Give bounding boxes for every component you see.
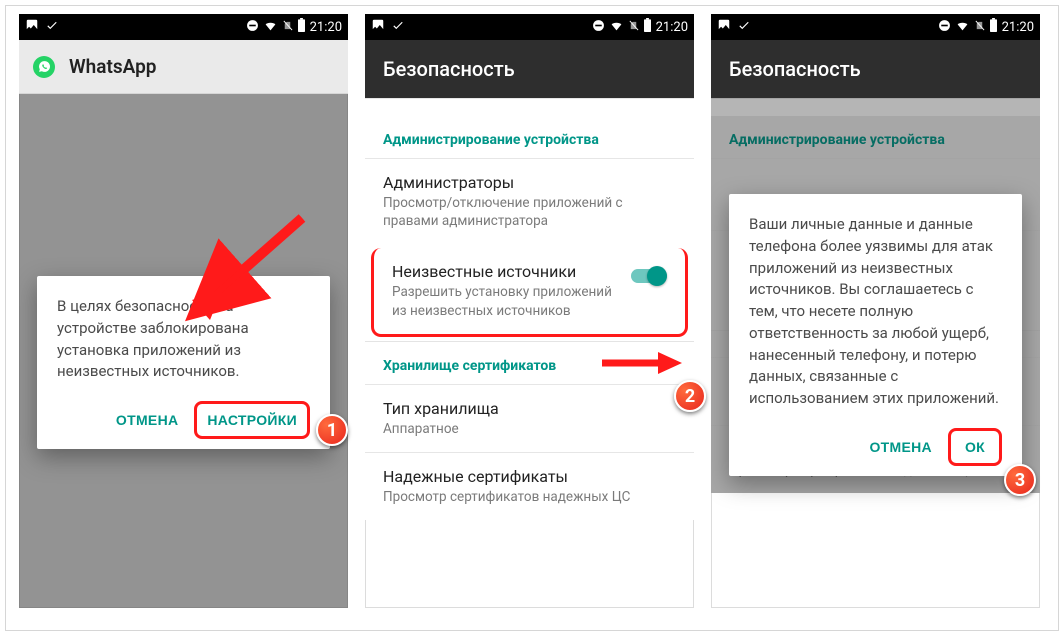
security-appbar: Безопасность <box>711 40 1040 98</box>
dialog-message: Ваши личные данные и данные телефона бол… <box>749 214 1002 410</box>
battery-icon <box>643 18 652 36</box>
security-settings-list[interactable]: Администрирование устройства Администрат… <box>365 98 694 520</box>
no-sim-icon <box>282 19 293 36</box>
picture-icon <box>717 18 731 36</box>
check-icon <box>391 18 405 36</box>
wifi-icon <box>609 19 624 36</box>
no-sim-icon <box>974 19 985 36</box>
dnd-icon <box>938 19 951 36</box>
row-title: Неизвестные источники <box>392 262 621 281</box>
cancel-button[interactable]: ОТМЕНА <box>106 401 188 439</box>
whatsapp-icon <box>33 56 55 78</box>
row-title: Надежные сертификаты <box>383 467 676 486</box>
clock-label: 21:20 <box>310 20 342 35</box>
picture-icon <box>25 18 39 36</box>
row-title: Тип хранилища <box>383 399 676 418</box>
row-subtitle: Просмотр сертификатов надежных ЦС <box>383 488 676 506</box>
step-badge-3: 3 <box>1004 464 1036 496</box>
unknown-sources-row[interactable]: Неизвестные источники Разрешить установк… <box>371 248 688 336</box>
no-sim-icon <box>628 19 639 36</box>
phone-screen-3: 21:20 Безопасность Администрирование уст… <box>711 14 1040 608</box>
section-device-admin: Администрирование устройства <box>711 116 1040 158</box>
storage-type-row[interactable]: Тип хранилища Аппаратное <box>365 384 694 452</box>
page-title: Безопасность <box>729 57 861 81</box>
check-icon <box>737 18 751 36</box>
phone-screen-1: 21:20 WhatsApp В целях безопасности на у… <box>19 14 348 608</box>
step-badge-1: 1 <box>316 414 348 446</box>
unknown-sources-toggle[interactable] <box>631 266 667 286</box>
row-subtitle: Просмотр/отключение приложений с правами… <box>383 194 676 230</box>
section-credential-storage: Хранилище сертификатов <box>365 341 694 384</box>
partial-row <box>711 98 1040 116</box>
page-title: Безопасность <box>383 57 515 81</box>
check-icon <box>45 18 59 36</box>
dnd-icon <box>246 19 259 36</box>
clock-label: 21:20 <box>656 20 688 35</box>
picture-icon <box>371 18 385 36</box>
cancel-button[interactable]: ОТМЕНА <box>859 428 941 466</box>
partial-row <box>365 98 694 116</box>
install-blocked-dialog: В целях безопасности на устройстве забло… <box>37 276 330 449</box>
row-title: Администраторы <box>383 173 676 192</box>
device-administrators-row[interactable]: Администраторы Просмотр/отключение прило… <box>365 158 694 244</box>
row-subtitle: Разрешить установку приложений из неизве… <box>392 283 621 319</box>
status-bar: 21:20 <box>365 14 694 40</box>
settings-button[interactable]: НАСТРОЙКИ <box>194 401 310 439</box>
status-bar: 21:20 <box>711 14 1040 40</box>
row-subtitle: Аппаратное <box>383 420 676 438</box>
wifi-icon <box>955 19 970 36</box>
battery-icon <box>297 18 306 36</box>
app-title: WhatsApp <box>69 55 156 78</box>
phone-screen-2: 21:20 Безопасность Администрирование уст… <box>365 14 694 608</box>
dialog-message: В целях безопасности на устройстве забло… <box>57 296 310 383</box>
unknown-sources-warning-dialog: Ваши личные данные и данные телефона бол… <box>729 194 1022 476</box>
section-device-admin: Администрирование устройства <box>365 116 694 158</box>
dnd-icon <box>592 19 605 36</box>
wifi-icon <box>263 19 278 36</box>
ok-button[interactable]: ОК <box>948 428 1002 466</box>
whatsapp-appbar: WhatsApp <box>19 40 348 94</box>
battery-icon <box>989 18 998 36</box>
security-appbar: Безопасность <box>365 40 694 98</box>
trusted-certs-row[interactable]: Надежные сертификаты Просмотр сертификат… <box>365 452 694 520</box>
step-badge-2: 2 <box>674 380 706 412</box>
status-bar: 21:20 <box>19 14 348 40</box>
clock-label: 21:20 <box>1002 20 1034 35</box>
